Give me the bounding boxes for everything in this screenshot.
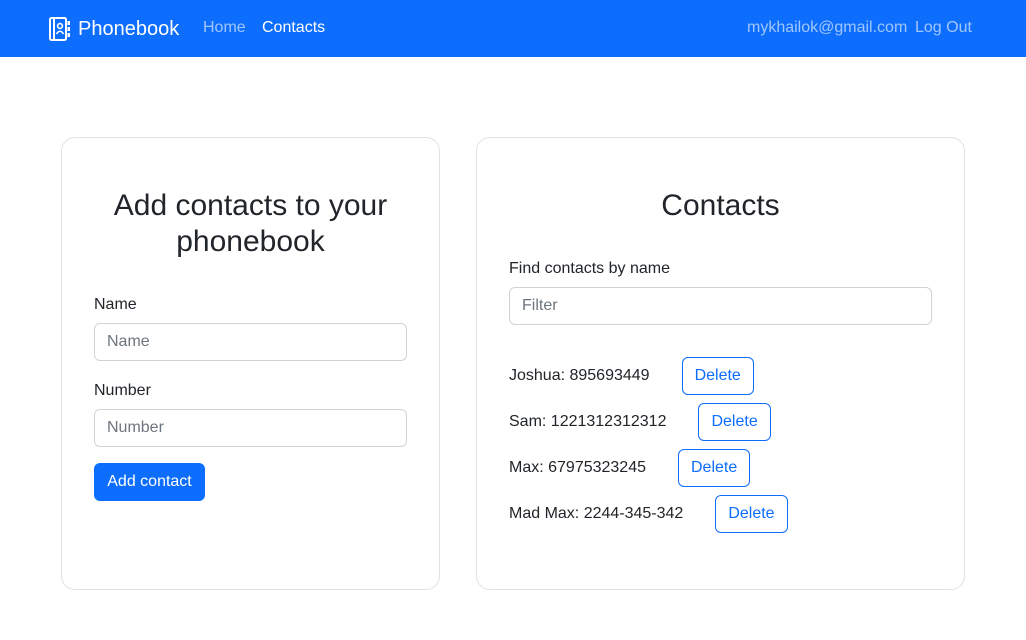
brand-link[interactable]: Phonebook (48, 14, 179, 44)
number-label: Number (94, 382, 151, 399)
contact-item: Max: 67975323245 Delete (509, 449, 751, 487)
navbar: Phonebook Home Contacts mykhailok@gmail.… (0, 0, 1026, 57)
delete-button[interactable]: Delete (678, 449, 751, 487)
contact-item: Joshua: 895693449 Delete (509, 357, 754, 395)
contact-book-icon (48, 16, 72, 42)
number-input[interactable] (94, 409, 407, 447)
contacts-title: Contacts (661, 189, 780, 222)
nav-contacts-link[interactable]: Contacts (262, 18, 325, 38)
contact-text: Max: 67975323245 (509, 459, 646, 476)
contact-item: Sam: 1221312312312 Delete (509, 403, 771, 441)
delete-button[interactable]: Delete (715, 495, 788, 533)
brand-name: Phonebook (78, 18, 180, 40)
nav-home-link[interactable]: Home (203, 18, 246, 38)
name-input[interactable] (94, 323, 407, 361)
add-contact-button[interactable]: Add contact (94, 463, 205, 501)
delete-button[interactable]: Delete (698, 403, 771, 441)
name-label: Name (94, 296, 137, 313)
add-contact-card: Add contacts to your phonebook Name Numb… (61, 137, 440, 590)
contact-item: Mad Max: 2244-345-342 Delete (509, 495, 788, 533)
contact-text: Mad Max: 2244-345-342 (509, 505, 684, 522)
user-email: mykhailok@gmail.com (747, 19, 908, 36)
filter-input[interactable] (509, 287, 932, 325)
logout-link[interactable]: Log Out (915, 18, 972, 38)
filter-label: Find contacts by name (509, 260, 670, 277)
add-contact-title: Add contacts to your phonebook (113, 189, 388, 258)
contacts-card: Contacts Find contacts by name Joshua: 8… (476, 137, 965, 590)
delete-button[interactable]: Delete (681, 357, 754, 395)
contact-text: Sam: 1221312312312 (509, 413, 667, 430)
contact-text: Joshua: 895693449 (509, 367, 650, 384)
